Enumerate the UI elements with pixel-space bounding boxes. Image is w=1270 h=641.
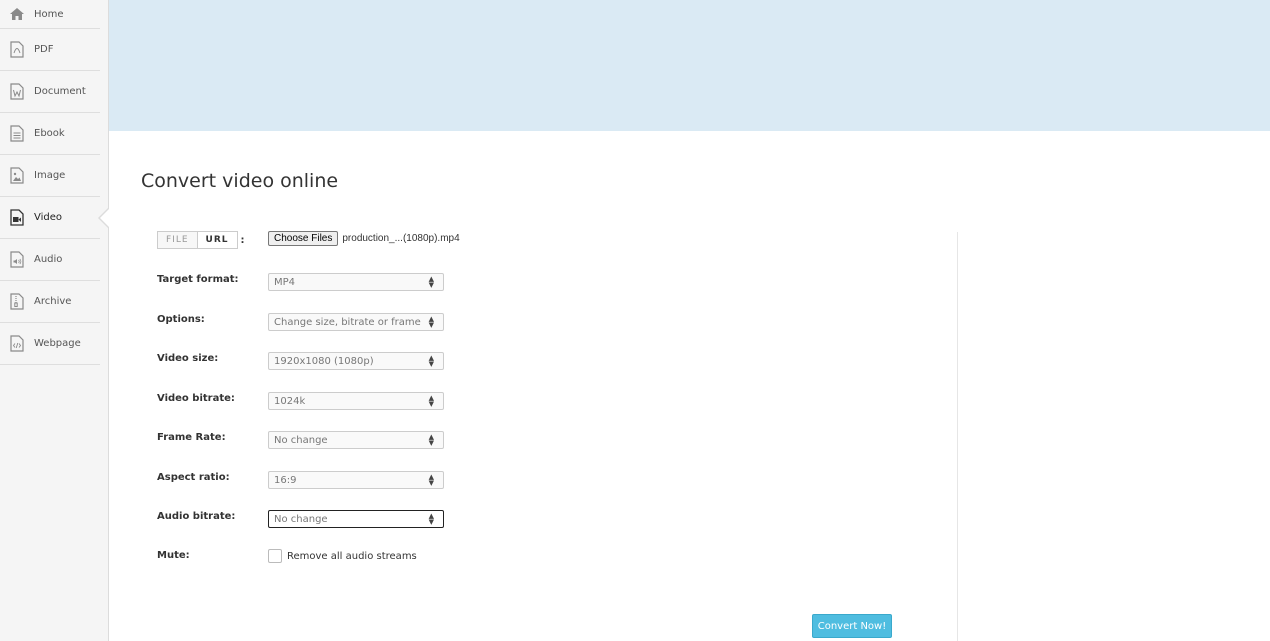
- choose-files-button[interactable]: Choose Files: [268, 231, 339, 246]
- sidebar-item-image[interactable]: Image: [0, 155, 100, 197]
- video-size-select[interactable]: 1920x1080 (1080p) ▲ ▼: [268, 352, 444, 370]
- file-input: Choose Files production_...(1080p).mp4: [268, 231, 460, 246]
- sidebar-item-ebook[interactable]: Ebook: [0, 113, 100, 155]
- sidebar-item-label: Ebook: [34, 128, 65, 139]
- video-bitrate-label: Video bitrate:: [157, 393, 235, 404]
- sidebar-item-label: Document: [34, 86, 86, 97]
- select-arrows-icon: ▲ ▼: [428, 354, 434, 368]
- page-title: Convert video online: [141, 170, 339, 192]
- pdf-icon: [9, 41, 25, 59]
- audio-icon: [9, 251, 25, 269]
- tab-url[interactable]: URL: [197, 231, 238, 249]
- target-format-label: Target format:: [157, 274, 239, 285]
- select-arrows-icon: ▲ ▼: [428, 512, 434, 526]
- select-value: 16:9: [274, 474, 297, 486]
- remove-audio-label[interactable]: Remove all audio streams: [287, 551, 417, 562]
- aspect-ratio-select[interactable]: 16:9 ▲ ▼: [268, 471, 444, 489]
- sidebar-item-label: Video: [34, 212, 63, 223]
- select-arrows-icon: ▲ ▼: [428, 315, 434, 329]
- sidebar-item-label: Home: [34, 8, 64, 20]
- home-icon: [9, 5, 25, 23]
- remove-audio-checkbox[interactable]: [268, 549, 282, 563]
- options-select[interactable]: Change size, bitrate or frame rate ▲▼: [268, 313, 444, 331]
- tab-file[interactable]: FILE: [157, 231, 198, 249]
- sidebar-item-document[interactable]: Document: [0, 71, 100, 113]
- select-value: 1920x1080 (1080p): [274, 355, 374, 367]
- document-icon: [9, 83, 25, 101]
- select-arrows-icon: ▲ ▼: [428, 394, 434, 408]
- audio-bitrate-label: Audio bitrate:: [157, 511, 236, 522]
- sidebar-item-label: PDF: [34, 44, 54, 55]
- audio-bitrate-select[interactable]: No change ▲ ▼: [268, 510, 444, 528]
- frame-rate-select[interactable]: No change ▲ ▼: [268, 431, 444, 449]
- select-value: No change: [274, 513, 328, 525]
- select-value: Change size, bitrate or frame rate: [274, 316, 424, 328]
- selected-file-name: production_...(1080p).mp4: [342, 233, 460, 244]
- video-size-label: Video size:: [157, 353, 219, 364]
- select-arrows-icon: ▲ ▼: [428, 275, 434, 289]
- ebook-icon: [9, 125, 25, 143]
- mute-label: Mute:: [157, 550, 190, 561]
- sidebar: Home PDF Document Ebook Image Video Audi…: [0, 0, 109, 641]
- sidebar-item-label: Image: [34, 170, 66, 181]
- convert-now-button[interactable]: Convert Now!: [812, 614, 892, 638]
- sidebar-item-label: Archive: [34, 296, 72, 307]
- select-arrows-icon: ▲ ▼: [428, 473, 434, 487]
- sidebar-item-label: Webpage: [34, 338, 81, 349]
- top-banner: [109, 0, 1270, 131]
- video-icon: [9, 209, 25, 227]
- source-tabs: FILE URL :: [157, 231, 245, 249]
- sidebar-item-pdf[interactable]: PDF: [0, 29, 100, 71]
- column-divider: [957, 232, 958, 641]
- sidebar-item-video[interactable]: Video: [0, 197, 109, 239]
- sidebar-item-audio[interactable]: Audio: [0, 239, 100, 281]
- target-format-select[interactable]: MP4 ▲ ▼: [268, 273, 444, 291]
- sidebar-item-label: Audio: [34, 254, 63, 265]
- sidebar-item-archive[interactable]: Archive: [0, 281, 100, 323]
- webpage-icon: [9, 335, 25, 353]
- image-icon: [9, 167, 25, 185]
- select-value: 1024k: [274, 395, 306, 407]
- aspect-ratio-label: Aspect ratio:: [157, 472, 230, 483]
- options-label: Options:: [157, 314, 205, 325]
- select-arrows-icon: ▲ ▼: [428, 433, 434, 447]
- tabs-colon: :: [240, 234, 245, 246]
- sidebar-item-home[interactable]: Home: [0, 0, 100, 29]
- frame-rate-label: Frame Rate:: [157, 432, 226, 443]
- video-bitrate-select[interactable]: 1024k ▲ ▼: [268, 392, 444, 410]
- mute-option: Remove all audio streams: [268, 549, 417, 563]
- sidebar-item-webpage[interactable]: Webpage: [0, 323, 100, 365]
- select-value: No change: [274, 434, 328, 446]
- select-value: MP4: [274, 276, 296, 288]
- archive-icon: [9, 293, 25, 311]
